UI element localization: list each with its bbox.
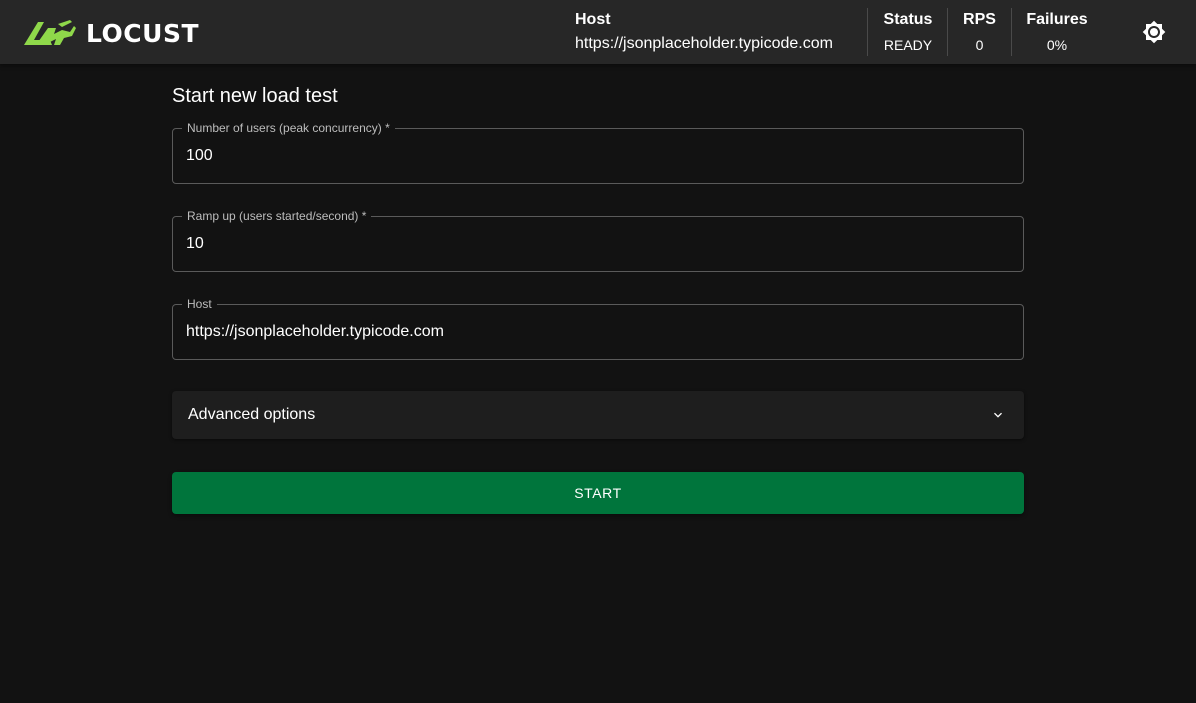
status-value: READY (883, 37, 933, 53)
host-field: Host (172, 297, 1024, 360)
advanced-options-label: Advanced options (188, 406, 316, 423)
host-label: Host (575, 11, 611, 28)
app-header: LOCUST Host https://jsonplaceholder.typi… (0, 0, 1196, 64)
failures-label: Failures (1026, 11, 1088, 28)
locust-logo[interactable]: LOCUST (22, 18, 199, 48)
header-status: Status READY (868, 8, 948, 56)
status-label: Status (883, 11, 933, 28)
header-rps: RPS 0 (948, 8, 1011, 56)
host-input[interactable] (173, 305, 1023, 359)
advanced-options-accordion[interactable]: Advanced options (172, 391, 1024, 439)
page-title: Start new load test (172, 85, 338, 107)
header-failures: Failures 0% (1012, 8, 1102, 56)
users-input[interactable] (173, 129, 1023, 183)
brightness-icon (1142, 20, 1166, 44)
failures-value: 0% (1046, 37, 1068, 53)
ramp-up-input[interactable] (173, 217, 1023, 271)
users-field: Number of users (peak concurrency) * (172, 121, 1024, 184)
rps-value: 0 (975, 37, 984, 53)
ramp-up-field: Ramp up (users started/second) * (172, 209, 1024, 272)
header-host: Host https://jsonplaceholder.typicode.co… (575, 8, 865, 56)
start-button[interactable]: START (172, 472, 1024, 514)
theme-toggle-button[interactable] (1140, 18, 1168, 46)
logo-text: LOCUST (86, 18, 199, 48)
rps-label: RPS (963, 11, 996, 28)
locust-logo-icon (24, 20, 76, 45)
host-value: https://jsonplaceholder.typicode.com (575, 35, 833, 52)
chevron-down-icon (994, 412, 1002, 418)
